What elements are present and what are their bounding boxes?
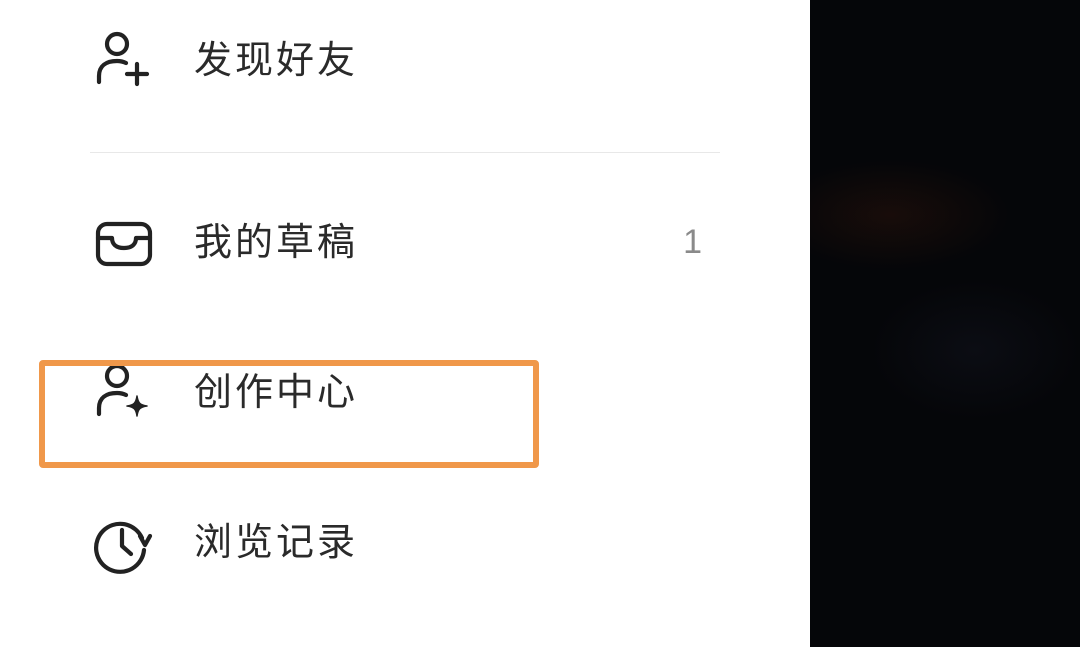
- menu-item-find-friends[interactable]: 发现好友: [90, 20, 720, 100]
- screen: 发现好友 我的草稿 1 创作中心 浏览记录: [0, 0, 1080, 647]
- backdrop-content: [870, 280, 1080, 420]
- backdrop-content: [810, 160, 1010, 270]
- menu-item-label: 浏览记录: [194, 520, 359, 564]
- history-clock-icon: [90, 510, 154, 574]
- menu-item-drafts[interactable]: 我的草稿 1: [90, 202, 720, 282]
- menu-item-label: 创作中心: [194, 370, 359, 414]
- side-drawer: 发现好友 我的草稿 1 创作中心 浏览记录: [0, 0, 810, 647]
- menu-item-label: 我的草稿: [194, 220, 359, 264]
- dimmed-backdrop[interactable]: [810, 0, 1080, 647]
- add-friend-icon: [90, 28, 154, 92]
- draft-count-badge: 1: [683, 222, 702, 261]
- divider: [90, 152, 720, 153]
- menu-item-creator-center[interactable]: 创作中心: [90, 352, 720, 432]
- creator-user-sparkle-icon: [90, 360, 154, 424]
- inbox-tray-icon: [90, 210, 154, 274]
- menu-item-label: 发现好友: [194, 38, 359, 82]
- menu-item-browsing-history[interactable]: 浏览记录: [90, 502, 720, 582]
